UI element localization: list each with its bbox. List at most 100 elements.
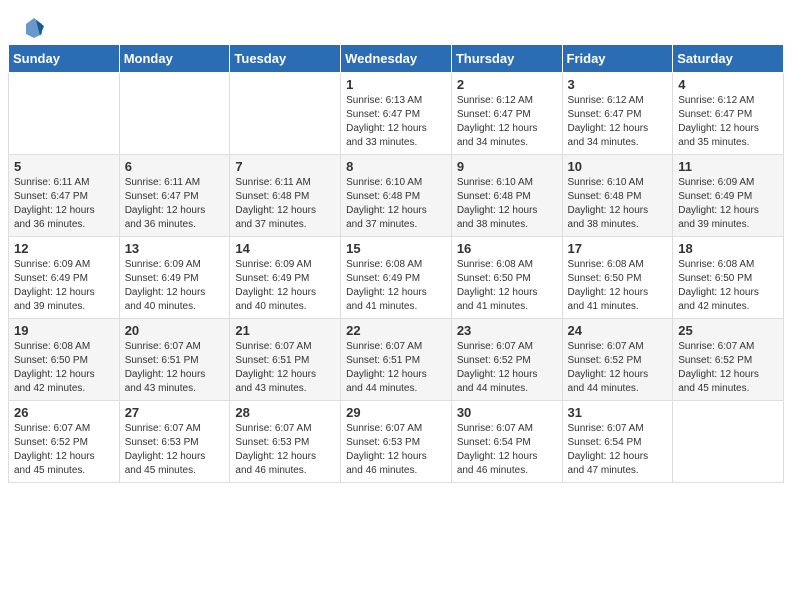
calendar-week-row: 12 Sunrise: 6:09 AM Sunset: 6:49 PM Dayli…	[9, 237, 784, 319]
day-number: 14	[235, 241, 335, 256]
calendar-cell	[9, 73, 120, 155]
day-number: 30	[457, 405, 557, 420]
day-info: Sunrise: 6:12 AM Sunset: 6:47 PM Dayligh…	[568, 94, 668, 150]
calendar-cell: 12 Sunrise: 6:09 AM Sunset: 6:49 PM Dayli…	[9, 237, 120, 319]
calendar-cell: 17 Sunrise: 6:08 AM Sunset: 6:50 PM Dayli…	[562, 237, 673, 319]
day-info: Sunrise: 6:08 AM Sunset: 6:49 PM Dayligh…	[346, 258, 446, 314]
calendar-cell	[673, 401, 784, 483]
weekday-header-tuesday: Tuesday	[230, 45, 341, 73]
weekday-header-friday: Friday	[562, 45, 673, 73]
day-info: Sunrise: 6:07 AM Sunset: 6:52 PM Dayligh…	[14, 422, 114, 478]
weekday-header-saturday: Saturday	[673, 45, 784, 73]
day-info: Sunrise: 6:09 AM Sunset: 6:49 PM Dayligh…	[125, 258, 225, 314]
day-info: Sunrise: 6:10 AM Sunset: 6:48 PM Dayligh…	[457, 176, 557, 232]
day-info: Sunrise: 6:08 AM Sunset: 6:50 PM Dayligh…	[457, 258, 557, 314]
calendar-cell: 13 Sunrise: 6:09 AM Sunset: 6:49 PM Dayli…	[119, 237, 230, 319]
day-number: 9	[457, 159, 557, 174]
calendar-cell: 3Sunrise: 6:12 AM Sunset: 6:47 PM Daylig…	[562, 73, 673, 155]
calendar-week-row: 1 Sunrise: 6:13 AM Sunset: 6:47 PM Daylig…	[9, 73, 784, 155]
day-number: 10	[568, 159, 668, 174]
day-number: 31	[568, 405, 668, 420]
day-number: 24	[568, 323, 668, 338]
day-number: 7	[235, 159, 335, 174]
calendar-cell: 22 Sunrise: 6:07 AM Sunset: 6:51 PM Dayli…	[341, 319, 452, 401]
calendar-cell: 26Sunrise: 6:07 AM Sunset: 6:52 PM Dayli…	[9, 401, 120, 483]
calendar-cell: 19 Sunrise: 6:08 AM Sunset: 6:50 PM Dayli…	[9, 319, 120, 401]
weekday-header-monday: Monday	[119, 45, 230, 73]
calendar-cell: 18 Sunrise: 6:08 AM Sunset: 6:50 PM Dayli…	[673, 237, 784, 319]
calendar-cell: 25Sunrise: 6:07 AM Sunset: 6:52 PM Dayli…	[673, 319, 784, 401]
weekday-header-sunday: Sunday	[9, 45, 120, 73]
calendar-cell: 14 Sunrise: 6:09 AM Sunset: 6:49 PM Dayli…	[230, 237, 341, 319]
calendar-cell: 24 Sunrise: 6:07 AM Sunset: 6:52 PM Dayli…	[562, 319, 673, 401]
day-number: 29	[346, 405, 446, 420]
day-number: 16	[457, 241, 557, 256]
day-info: Sunrise: 6:12 AM Sunset: 6:47 PM Dayligh…	[457, 94, 557, 150]
calendar-cell: 31 Sunrise: 6:07 AM Sunset: 6:54 PM Dayli…	[562, 401, 673, 483]
calendar-cell: 28Sunrise: 6:07 AM Sunset: 6:53 PM Dayli…	[230, 401, 341, 483]
day-number: 8	[346, 159, 446, 174]
day-number: 27	[125, 405, 225, 420]
day-number: 23	[457, 323, 557, 338]
calendar-cell: 8 Sunrise: 6:10 AM Sunset: 6:48 PM Daylig…	[341, 155, 452, 237]
calendar-cell: 11 Sunrise: 6:09 AM Sunset: 6:49 PM Dayli…	[673, 155, 784, 237]
calendar-cell: 21Sunrise: 6:07 AM Sunset: 6:51 PM Dayli…	[230, 319, 341, 401]
day-number: 18	[678, 241, 778, 256]
day-info: Sunrise: 6:08 AM Sunset: 6:50 PM Dayligh…	[14, 340, 114, 396]
day-number: 12	[14, 241, 114, 256]
day-info: Sunrise: 6:09 AM Sunset: 6:49 PM Dayligh…	[14, 258, 114, 314]
day-info: Sunrise: 6:07 AM Sunset: 6:52 PM Dayligh…	[568, 340, 668, 396]
calendar-cell: 30 Sunrise: 6:07 AM Sunset: 6:54 PM Dayli…	[451, 401, 562, 483]
day-info: Sunrise: 6:07 AM Sunset: 6:54 PM Dayligh…	[457, 422, 557, 478]
page-header	[0, 0, 792, 44]
day-number: 13	[125, 241, 225, 256]
logo	[20, 16, 46, 40]
day-info: Sunrise: 6:12 AM Sunset: 6:47 PM Dayligh…	[678, 94, 778, 150]
calendar-week-row: 5Sunrise: 6:11 AM Sunset: 6:47 PM Daylig…	[9, 155, 784, 237]
day-info: Sunrise: 6:09 AM Sunset: 6:49 PM Dayligh…	[678, 176, 778, 232]
day-info: Sunrise: 6:07 AM Sunset: 6:51 PM Dayligh…	[235, 340, 335, 396]
calendar-week-row: 26Sunrise: 6:07 AM Sunset: 6:52 PM Dayli…	[9, 401, 784, 483]
calendar-cell: 9 Sunrise: 6:10 AM Sunset: 6:48 PM Daylig…	[451, 155, 562, 237]
calendar-cell: 2 Sunrise: 6:12 AM Sunset: 6:47 PM Daylig…	[451, 73, 562, 155]
day-number: 1	[346, 77, 446, 92]
day-number: 20	[125, 323, 225, 338]
day-info: Sunrise: 6:11 AM Sunset: 6:48 PM Dayligh…	[235, 176, 335, 232]
weekday-header-thursday: Thursday	[451, 45, 562, 73]
day-number: 15	[346, 241, 446, 256]
day-info: Sunrise: 6:11 AM Sunset: 6:47 PM Dayligh…	[14, 176, 114, 232]
day-info: Sunrise: 6:07 AM Sunset: 6:53 PM Dayligh…	[346, 422, 446, 478]
calendar-cell: 16 Sunrise: 6:08 AM Sunset: 6:50 PM Dayli…	[451, 237, 562, 319]
day-info: Sunrise: 6:10 AM Sunset: 6:48 PM Dayligh…	[346, 176, 446, 232]
calendar-cell	[230, 73, 341, 155]
day-info: Sunrise: 6:07 AM Sunset: 6:53 PM Dayligh…	[125, 422, 225, 478]
day-info: Sunrise: 6:08 AM Sunset: 6:50 PM Dayligh…	[568, 258, 668, 314]
calendar-cell: 15 Sunrise: 6:08 AM Sunset: 6:49 PM Dayli…	[341, 237, 452, 319]
calendar-cell: 5Sunrise: 6:11 AM Sunset: 6:47 PM Daylig…	[9, 155, 120, 237]
calendar-cell: 29 Sunrise: 6:07 AM Sunset: 6:53 PM Dayli…	[341, 401, 452, 483]
day-number: 25	[678, 323, 778, 338]
calendar-wrapper: SundayMondayTuesdayWednesdayThursdayFrid…	[0, 44, 792, 491]
weekday-header-wednesday: Wednesday	[341, 45, 452, 73]
logo-icon	[22, 16, 46, 40]
day-info: Sunrise: 6:07 AM Sunset: 6:51 PM Dayligh…	[125, 340, 225, 396]
day-info: Sunrise: 6:07 AM Sunset: 6:51 PM Dayligh…	[346, 340, 446, 396]
day-number: 17	[568, 241, 668, 256]
day-info: Sunrise: 6:07 AM Sunset: 6:54 PM Dayligh…	[568, 422, 668, 478]
calendar-cell: 27 Sunrise: 6:07 AM Sunset: 6:53 PM Dayli…	[119, 401, 230, 483]
day-info: Sunrise: 6:07 AM Sunset: 6:53 PM Dayligh…	[235, 422, 335, 478]
day-info: Sunrise: 6:09 AM Sunset: 6:49 PM Dayligh…	[235, 258, 335, 314]
calendar-cell: 23Sunrise: 6:07 AM Sunset: 6:52 PM Dayli…	[451, 319, 562, 401]
calendar-cell: 10Sunrise: 6:10 AM Sunset: 6:48 PM Dayli…	[562, 155, 673, 237]
calendar-cell: 7 Sunrise: 6:11 AM Sunset: 6:48 PM Daylig…	[230, 155, 341, 237]
calendar-cell: 20 Sunrise: 6:07 AM Sunset: 6:51 PM Dayli…	[119, 319, 230, 401]
day-info: Sunrise: 6:13 AM Sunset: 6:47 PM Dayligh…	[346, 94, 446, 150]
day-number: 4	[678, 77, 778, 92]
day-info: Sunrise: 6:08 AM Sunset: 6:50 PM Dayligh…	[678, 258, 778, 314]
day-number: 6	[125, 159, 225, 174]
calendar-cell: 6Sunrise: 6:11 AM Sunset: 6:47 PM Daylig…	[119, 155, 230, 237]
day-number: 11	[678, 159, 778, 174]
day-number: 22	[346, 323, 446, 338]
day-number: 2	[457, 77, 557, 92]
day-number: 19	[14, 323, 114, 338]
